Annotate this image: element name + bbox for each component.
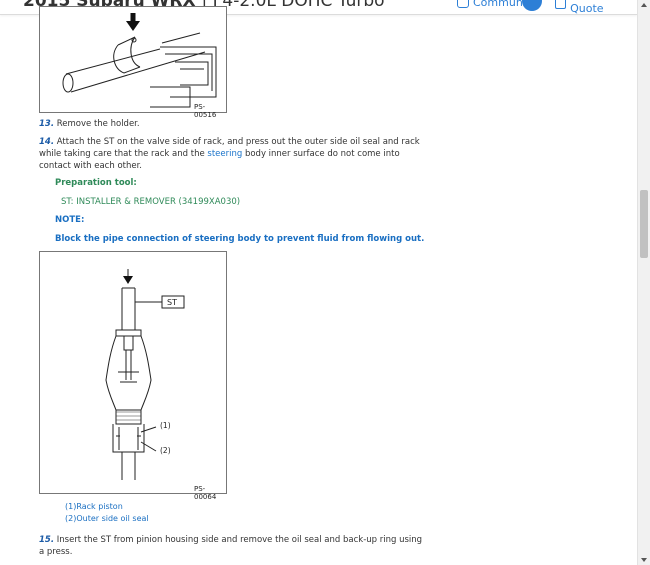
chat-icon bbox=[457, 0, 469, 8]
step-14: 14. Attach the ST on the valve side of r… bbox=[39, 136, 429, 172]
page-content: 2015 Subaru WRX | F4-2.0L DOHC Turbo Com… bbox=[0, 0, 637, 565]
callout-2: (2) bbox=[160, 446, 171, 455]
step-number: 15. bbox=[39, 535, 55, 545]
scroll-thumb[interactable] bbox=[640, 190, 648, 258]
rack-press-drawing bbox=[105, 269, 185, 480]
figure-code: PS-00064 bbox=[194, 485, 217, 501]
step-number: 14. bbox=[39, 137, 55, 147]
step-13: 13. Remove the holder. bbox=[39, 118, 429, 130]
quote-icon bbox=[555, 0, 567, 9]
step-text: Remove the holder. bbox=[56, 119, 140, 129]
scroll-up-arrow-icon[interactable] bbox=[641, 3, 647, 7]
step-15: 15. Insert the ST from pinion housing si… bbox=[39, 534, 429, 558]
note-text: Block the pipe connection of steering bo… bbox=[55, 234, 425, 244]
figure-code: PS-00516 bbox=[194, 103, 217, 119]
vertical-scrollbar[interactable] bbox=[637, 0, 650, 565]
legend-item-2: (2)Outer side oil seal bbox=[65, 514, 149, 523]
step-text: Insert the ST from pinion housing side a… bbox=[39, 535, 423, 557]
callout-1: (1) bbox=[160, 421, 171, 430]
holder-drawing bbox=[62, 13, 217, 108]
step-number: 13. bbox=[39, 119, 55, 129]
st-label: ST bbox=[167, 298, 177, 307]
scroll-down-arrow-icon[interactable] bbox=[641, 558, 647, 562]
note-label: NOTE: bbox=[55, 215, 85, 225]
figure-rack-press: ST (1) (2) PS-00064 bbox=[39, 251, 227, 501]
legend-item-1: (1)Rack piston bbox=[65, 502, 123, 511]
prep-tool-value: ST: INSTALLER & REMOVER (34199XA030) bbox=[61, 197, 241, 207]
steering-link[interactable]: steering bbox=[207, 149, 242, 159]
vehicle-title-engine: F4-2.0L DOHC Turbo bbox=[212, 0, 385, 11]
figure-holder-removal: PS-00516 bbox=[39, 6, 227, 119]
create-quote-label: Create Quote bbox=[570, 0, 607, 15]
prep-tool-label: Preparation tool: bbox=[55, 178, 137, 188]
create-quote-link[interactable]: Create Quote bbox=[555, 0, 637, 15]
